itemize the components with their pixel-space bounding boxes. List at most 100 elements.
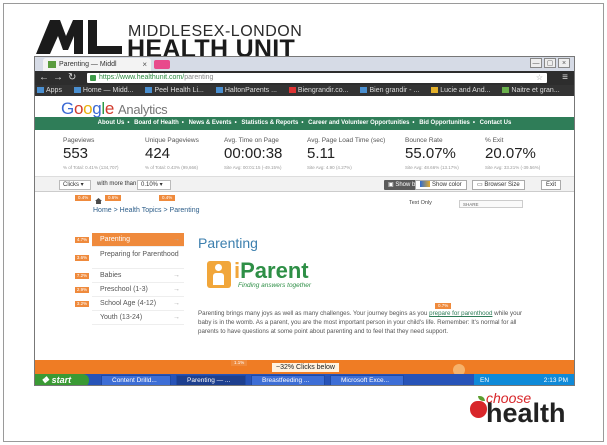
bookmark-naitre[interactable]: Naitre et gran... — [500, 85, 560, 96]
close-window-button[interactable]: × — [558, 58, 570, 68]
task-breastfeeding[interactable]: Breastfeeding ... — [251, 375, 325, 385]
nav-contact-us[interactable]: Contact Us — [480, 120, 512, 126]
task-parenting[interactable]: Parenting — ... — [176, 375, 246, 385]
parent-child-icon — [207, 261, 231, 288]
sidebar-item-school-age[interactable]: 3.2% School Age (4-12) → — [75, 297, 184, 311]
color-swatch-icon — [420, 181, 430, 187]
reload-icon[interactable]: ↻ — [68, 72, 76, 84]
maximize-button[interactable]: ▢ — [544, 58, 556, 68]
analytics-label: Analytics — [118, 102, 168, 117]
task-microsoft-excel[interactable]: Microsoft Exce... — [330, 375, 404, 385]
in-page-controls: Clicks ▾ with more than 0.10% ▾ ▣ Show b… — [35, 177, 574, 192]
address-bar[interactable]: https://www.healthunit.com/parenting ☆ — [87, 73, 547, 83]
iparent-tagline: Finding answers together — [238, 282, 311, 289]
nav-bid-opportunities[interactable]: Bid Opportunities — [419, 120, 470, 126]
click-badge: 4.7% — [75, 237, 89, 243]
browser-toolbar: ← → ↻ https://www.healthunit.com/parenti… — [35, 71, 574, 85]
click-badge: 3.2% — [75, 301, 89, 307]
click-badge: 2.9% — [75, 287, 89, 293]
apps-grid-icon — [37, 87, 44, 93]
metric-exit-rate: % Exit 20.07% Site Avg: 33.21% (-39.56%) — [485, 137, 541, 170]
start-button[interactable]: ❖ start — [35, 374, 89, 385]
metric-select[interactable]: Clicks ▾ — [59, 180, 91, 190]
browser-menu-icon[interactable]: ≡ — [562, 72, 568, 83]
bookmark-biengrandir-co[interactable]: Biengrandir.co... — [287, 85, 349, 96]
bookmark-lucie[interactable]: Lucie and And... — [429, 85, 490, 96]
new-tab-button[interactable] — [154, 60, 170, 69]
back-arrow-icon[interactable]: ← — [39, 72, 49, 84]
click-badge: 7.2% — [75, 273, 89, 279]
lock-icon — [90, 75, 96, 81]
bookmark-bien-grandir[interactable]: Bien grandir - ... — [358, 85, 419, 96]
arrow-right-icon: → — [173, 272, 180, 279]
url-path: parenting — [184, 74, 214, 81]
arrow-right-icon: → — [173, 300, 180, 307]
mlhu-logo: MIDDLESEX-LONDON HEALTH UNIT — [36, 14, 302, 62]
bookmark-icon — [431, 87, 439, 93]
sidebar-nav: 4.7% Parenting → 3.6% Preparing for Paren… — [75, 233, 184, 325]
prepare-for-parenthood-link[interactable]: prepare for parenthood — [429, 310, 492, 317]
overlay-page: 0.4% 0.6% 0.4% Home > Health Topics > Pa… — [35, 193, 574, 375]
arrow-right-icon: → — [173, 286, 180, 293]
tab-close-icon[interactable]: × — [142, 58, 147, 71]
google-analytics-logo: Google Analytics — [61, 99, 168, 118]
show-color-button[interactable]: Show color — [415, 180, 467, 190]
click-badge: 3.6% — [75, 255, 89, 261]
bookmark-icon — [215, 87, 223, 93]
share-button[interactable]: SHARE — [459, 200, 523, 208]
breadcrumb[interactable]: Home > Health Topics > Parenting — [93, 207, 200, 214]
sidebar-item-babies[interactable]: 7.2% Babies → — [75, 269, 184, 283]
bookmark-halton[interactable]: HaltonParents ... — [214, 85, 277, 96]
filter-label: with more than — [97, 181, 137, 187]
click-badge: 1.1% — [231, 360, 248, 366]
nav-statistics[interactable]: Statistics & Reports — [241, 120, 298, 126]
arrow-right-icon: → — [173, 236, 180, 243]
ml-logo-mark — [36, 20, 122, 54]
nav-news-events[interactable]: News & Events — [189, 120, 232, 126]
sidebar-item-youth[interactable]: Youth (13-24) → — [92, 311, 184, 325]
google-analytics-header: Google Analytics — [35, 96, 574, 118]
forward-arrow-icon[interactable]: → — [53, 72, 63, 84]
arrow-right-icon: → — [173, 252, 180, 259]
click-badge: 0.6% — [105, 195, 122, 201]
tab-title: Parenting — Middl — [59, 61, 117, 68]
text-only-link[interactable]: Text Only — [409, 200, 432, 206]
apple-icon — [470, 401, 487, 418]
bookmark-icon — [73, 87, 81, 93]
home-icon[interactable] — [95, 198, 102, 204]
site-nav-bar: About Us • Board of Health • News & Events… — [35, 117, 574, 130]
tab-parenting[interactable]: Parenting — Middl × — [43, 58, 151, 71]
bookmark-icon — [145, 87, 153, 93]
bookmarks-bar: Apps Home — Midd... Peel Health Li... Ha… — [35, 85, 574, 96]
bookmark-apps[interactable]: Apps — [35, 85, 62, 96]
bookmark-peel[interactable]: Peel Health Li... — [143, 85, 204, 96]
browser-screenshot: Parenting — Middl × — ▢ × ← → ↻ https://… — [34, 56, 575, 386]
arrow-right-icon: → — [173, 314, 180, 321]
browser-size-button[interactable]: ▭ Browser Size — [472, 180, 525, 190]
page-title: Parenting — [198, 235, 258, 251]
threshold-select[interactable]: 0.10% ▾ — [137, 180, 171, 190]
site-favicon-icon — [48, 61, 56, 68]
nav-careers[interactable]: Career and Volunteer Opportunities — [308, 120, 409, 126]
metrics-row: Pageviews 553 % of Total: 0.41% (134,707… — [35, 133, 574, 177]
tab-bar: Parenting — Middl × — ▢ × — [35, 57, 574, 71]
sidebar-item-preschool[interactable]: 2.9% Preschool (1-3) → — [75, 283, 184, 297]
bookmark-star-icon[interactable]: ☆ — [536, 73, 543, 83]
sidebar-item-parenting[interactable]: 4.7% Parenting → — [75, 233, 184, 247]
task-content-drilldown[interactable]: Content Drilld... — [101, 375, 171, 385]
bookmark-icon — [502, 87, 510, 93]
click-badge: 0.4% — [75, 195, 92, 201]
exit-button[interactable]: Exit — [541, 180, 562, 190]
nav-about-us[interactable]: About Us — [98, 120, 125, 126]
clicks-below-label: ~32% Clicks below — [272, 363, 339, 372]
sidebar-item-preparing[interactable]: 3.6% Preparing for Parenthood → — [75, 247, 184, 269]
health-word: health — [486, 398, 566, 428]
minimize-button[interactable]: — — [530, 58, 542, 68]
language-indicator[interactable]: EN — [480, 377, 489, 384]
choose-health-logo: choose health — [470, 384, 586, 432]
iparent-banner[interactable]: iParent Finding answers together — [207, 258, 323, 292]
bookmark-home[interactable]: Home — Midd... — [72, 85, 134, 96]
metric-page-load-time: Avg. Page Load Time (sec) 5.11 Site Avg:… — [307, 137, 386, 170]
window-controls: — ▢ × — [530, 58, 570, 68]
nav-board-of-health[interactable]: Board of Health — [134, 120, 179, 126]
